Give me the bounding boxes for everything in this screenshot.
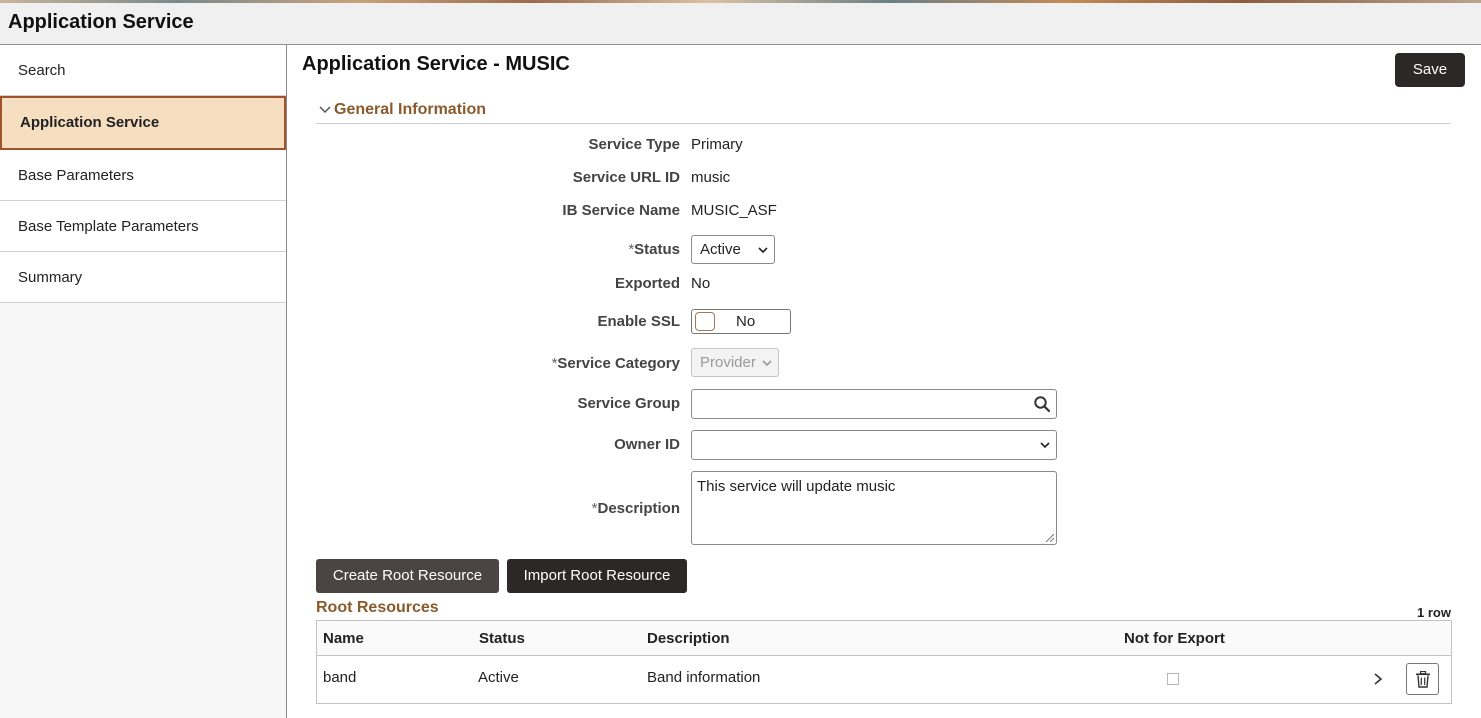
row-description: Band information <box>647 669 761 686</box>
sidebar-item-label: Search <box>18 62 66 79</box>
sidebar-item-search[interactable]: Search <box>0 45 286 96</box>
chevron-right-icon[interactable] <box>1372 672 1384 686</box>
sidebar: Search Application Service Base Paramete… <box>0 45 287 718</box>
service-category-select: Provider <box>691 348 779 377</box>
delete-row-button[interactable] <box>1406 663 1439 695</box>
app-header: Application Service <box>0 3 1481 45</box>
row-name: band <box>323 669 357 686</box>
sidebar-item-label: Base Parameters <box>18 167 134 184</box>
sidebar-item-summary[interactable]: Summary <box>0 252 286 303</box>
root-resources-title: Root Resources <box>316 599 439 616</box>
column-header-not-for-export[interactable]: Not for Export <box>1124 630 1225 647</box>
search-icon[interactable] <box>1033 395 1051 413</box>
sidebar-item-label: Application Service <box>20 114 160 131</box>
service-url-id-value: music <box>691 169 731 186</box>
save-button[interactable]: Save <box>1395 53 1465 87</box>
description-label: *Description <box>591 500 680 517</box>
service-url-id-label: Service URL ID <box>572 169 680 186</box>
not-for-export-checkbox[interactable] <box>1167 673 1179 685</box>
service-category-value: Provider <box>700 354 756 371</box>
sidebar-item-application-service[interactable]: Application Service <box>0 96 286 150</box>
toggle-state-label: No <box>736 313 756 330</box>
app-title: Application Service <box>8 11 194 33</box>
ib-service-name-value: MUSIC_ASF <box>691 202 777 219</box>
exported-value: No <box>691 275 711 292</box>
main-content: Application Service - MUSIC Save General… <box>287 45 1481 718</box>
trash-icon <box>1416 671 1430 688</box>
import-root-resource-button[interactable]: Import Root Resource <box>507 559 687 593</box>
service-group-input[interactable] <box>691 389 1057 419</box>
root-resources-grid: Name Status Description Not for Export b… <box>316 620 1452 704</box>
sidebar-item-label: Summary <box>18 269 83 286</box>
resize-handle-icon[interactable] <box>1046 534 1054 542</box>
sidebar-item-label: Base Template Parameters <box>18 218 199 235</box>
general-information-section-header[interactable]: General Information <box>316 99 1451 124</box>
page-title: Application Service - MUSIC <box>302 53 570 75</box>
owner-id-label: Owner ID <box>614 436 680 453</box>
chevron-down-icon <box>758 247 768 254</box>
column-header-description[interactable]: Description <box>647 630 730 647</box>
sidebar-item-base-template-parameters[interactable]: Base Template Parameters <box>0 201 286 252</box>
status-select-value: Active <box>700 241 741 258</box>
sidebar-item-base-parameters[interactable]: Base Parameters <box>0 150 286 201</box>
ib-service-name-label: IB Service Name <box>562 202 680 219</box>
service-group-label: Service Group <box>577 395 680 412</box>
column-header-status[interactable]: Status <box>479 630 525 647</box>
service-type-value: Primary <box>691 136 743 153</box>
chevron-down-icon <box>1040 442 1050 449</box>
service-category-label: *Service Category <box>551 355 680 372</box>
column-header-name[interactable]: Name <box>323 630 364 647</box>
status-label: *Status <box>628 241 680 258</box>
enable-ssl-toggle[interactable]: No <box>691 309 791 334</box>
exported-label: Exported <box>614 275 680 292</box>
owner-id-select[interactable] <box>691 430 1057 460</box>
enable-ssl-label: Enable SSL <box>597 313 680 330</box>
section-label: General Information <box>334 101 487 118</box>
service-type-label: Service Type <box>588 136 680 153</box>
row-status: Active <box>478 669 519 686</box>
status-select[interactable]: Active <box>691 235 775 264</box>
grid-header: Name Status Description Not for Export <box>317 621 1451 656</box>
row-count: 1 row <box>1417 605 1451 620</box>
description-textarea[interactable]: This service will update music <box>691 471 1057 545</box>
chevron-down-icon <box>762 360 772 367</box>
chevron-down-icon <box>319 106 331 114</box>
description-text: This service will update music <box>697 478 896 495</box>
create-root-resource-button[interactable]: Create Root Resource <box>316 559 499 593</box>
toggle-knob <box>695 312 715 331</box>
